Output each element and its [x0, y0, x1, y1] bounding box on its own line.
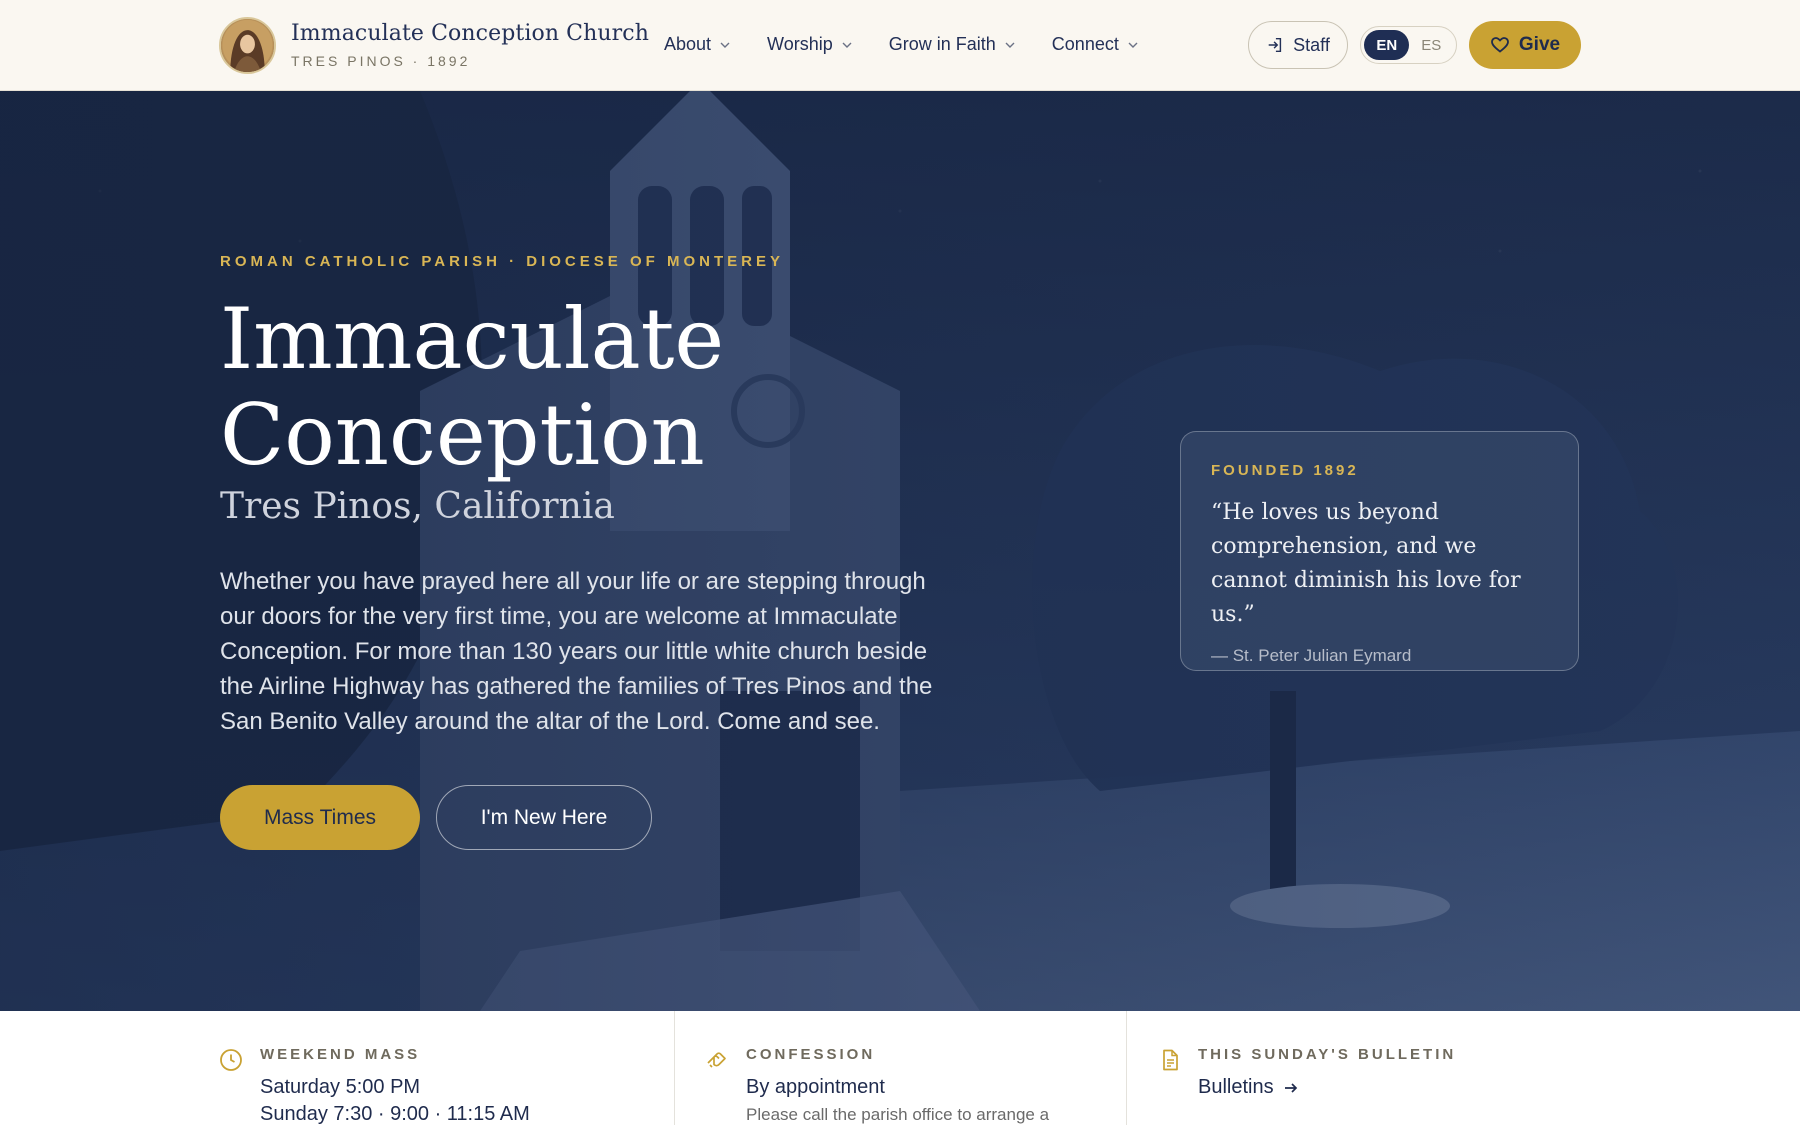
hero-section: ROMAN CATHOLIC PARISH · DIOCESE OF MONTE… — [0, 91, 1800, 1011]
confession-label: CONFESSION — [746, 1046, 876, 1063]
sign-in-icon — [1268, 37, 1282, 53]
nav-about-label: About — [664, 34, 712, 54]
hero-title-line1: Immaculate — [220, 290, 725, 388]
clock-icon — [219, 1048, 243, 1072]
nav-worship-label: Worship — [767, 34, 833, 54]
give-label: Give — [1518, 34, 1561, 55]
madonna-image-icon — [221, 18, 274, 72]
quick-info-strip: WEEKEND MASS Saturday 5:00 PM Sunday 7:3… — [0, 1011, 1800, 1125]
confession-note: Please call the parish office to arrange… — [746, 1105, 1050, 1124]
language-toggle: EN ES — [1360, 26, 1457, 64]
quote-text: “He loves us beyond comprehension, and w… — [1211, 500, 1521, 627]
brand-title: Immaculate Conception Church — [291, 21, 649, 46]
hero-description: Whether you have prayed here all your li… — [220, 568, 933, 735]
bulletins-link-label: Bulletins — [1198, 1076, 1274, 1098]
staff-label: Staff — [1293, 34, 1330, 55]
chevron-down-icon — [1004, 39, 1016, 51]
confession-card: CONFESSION By appointment Please call th… — [674, 1011, 1126, 1125]
arrow-right-icon — [1284, 1082, 1297, 1093]
hands-icon — [705, 1048, 729, 1072]
weekend-mass-saturday: Saturday 5:00 PM — [260, 1076, 421, 1098]
lang-es-option[interactable]: ES — [1409, 30, 1453, 60]
hero-subtitle: Tres Pinos, California — [220, 486, 615, 527]
brand-subtitle: TRES PINOS · 1892 — [291, 53, 471, 69]
hero-title-line2: Conception — [220, 386, 705, 484]
chevron-down-icon — [1127, 39, 1139, 51]
hero-eyebrow: ROMAN CATHOLIC PARISH · DIOCESE OF MONTE… — [220, 253, 784, 270]
hero-title: Immaculate Conception — [220, 291, 920, 483]
chevron-down-icon — [841, 39, 853, 51]
nav-worship[interactable]: Worship — [767, 34, 853, 55]
heart-icon — [1490, 37, 1509, 53]
mass-times-button[interactable]: Mass Times — [220, 785, 420, 850]
madonna-avatar — [219, 16, 276, 74]
bulletins-link[interactable]: Bulletins — [1198, 1073, 1300, 1102]
nav-grow-in-faith[interactable]: Grow in Faith — [889, 34, 1016, 55]
quote-author: — St. Peter Julian Eymard — [1211, 646, 1412, 665]
site-header: Immaculate Conception Church TRES PINOS … — [0, 0, 1800, 91]
weekend-mass-label: WEEKEND MASS — [260, 1046, 421, 1063]
brand-logo-link[interactable]: Immaculate Conception Church TRES PINOS … — [219, 16, 649, 74]
nav-about[interactable]: About — [664, 34, 731, 55]
nav-connect[interactable]: Connect — [1052, 34, 1139, 55]
lang-en-option[interactable]: EN — [1364, 30, 1410, 60]
new-here-button[interactable]: I'm New Here — [436, 785, 652, 850]
founded-quote-card: FOUNDED 1892 “He loves us beyond compreh… — [1180, 431, 1579, 671]
document-icon — [1158, 1048, 1182, 1072]
give-button[interactable]: Give — [1469, 21, 1581, 69]
main-nav: About Worship Grow in Faith Connect — [664, 34, 1175, 55]
bulletin-card: THIS SUNDAY'S BULLETIN Bulletins — [1126, 1011, 1581, 1125]
chevron-down-icon — [719, 39, 731, 51]
quote-eyebrow: FOUNDED 1892 — [1211, 462, 1359, 479]
confession-value: By appointment — [746, 1076, 885, 1098]
weekend-mass-sunday: Sunday 7:30 · 9:00 · 11:15 AM — [260, 1103, 530, 1125]
staff-login-button[interactable]: Staff — [1248, 21, 1348, 69]
bulletin-label: THIS SUNDAY'S BULLETIN — [1198, 1046, 1457, 1063]
nav-connect-label: Connect — [1051, 34, 1119, 54]
nav-grow-in-faith-label: Grow in Faith — [888, 34, 996, 54]
weekend-mass-card: WEEKEND MASS Saturday 5:00 PM Sunday 7:3… — [219, 1011, 674, 1125]
